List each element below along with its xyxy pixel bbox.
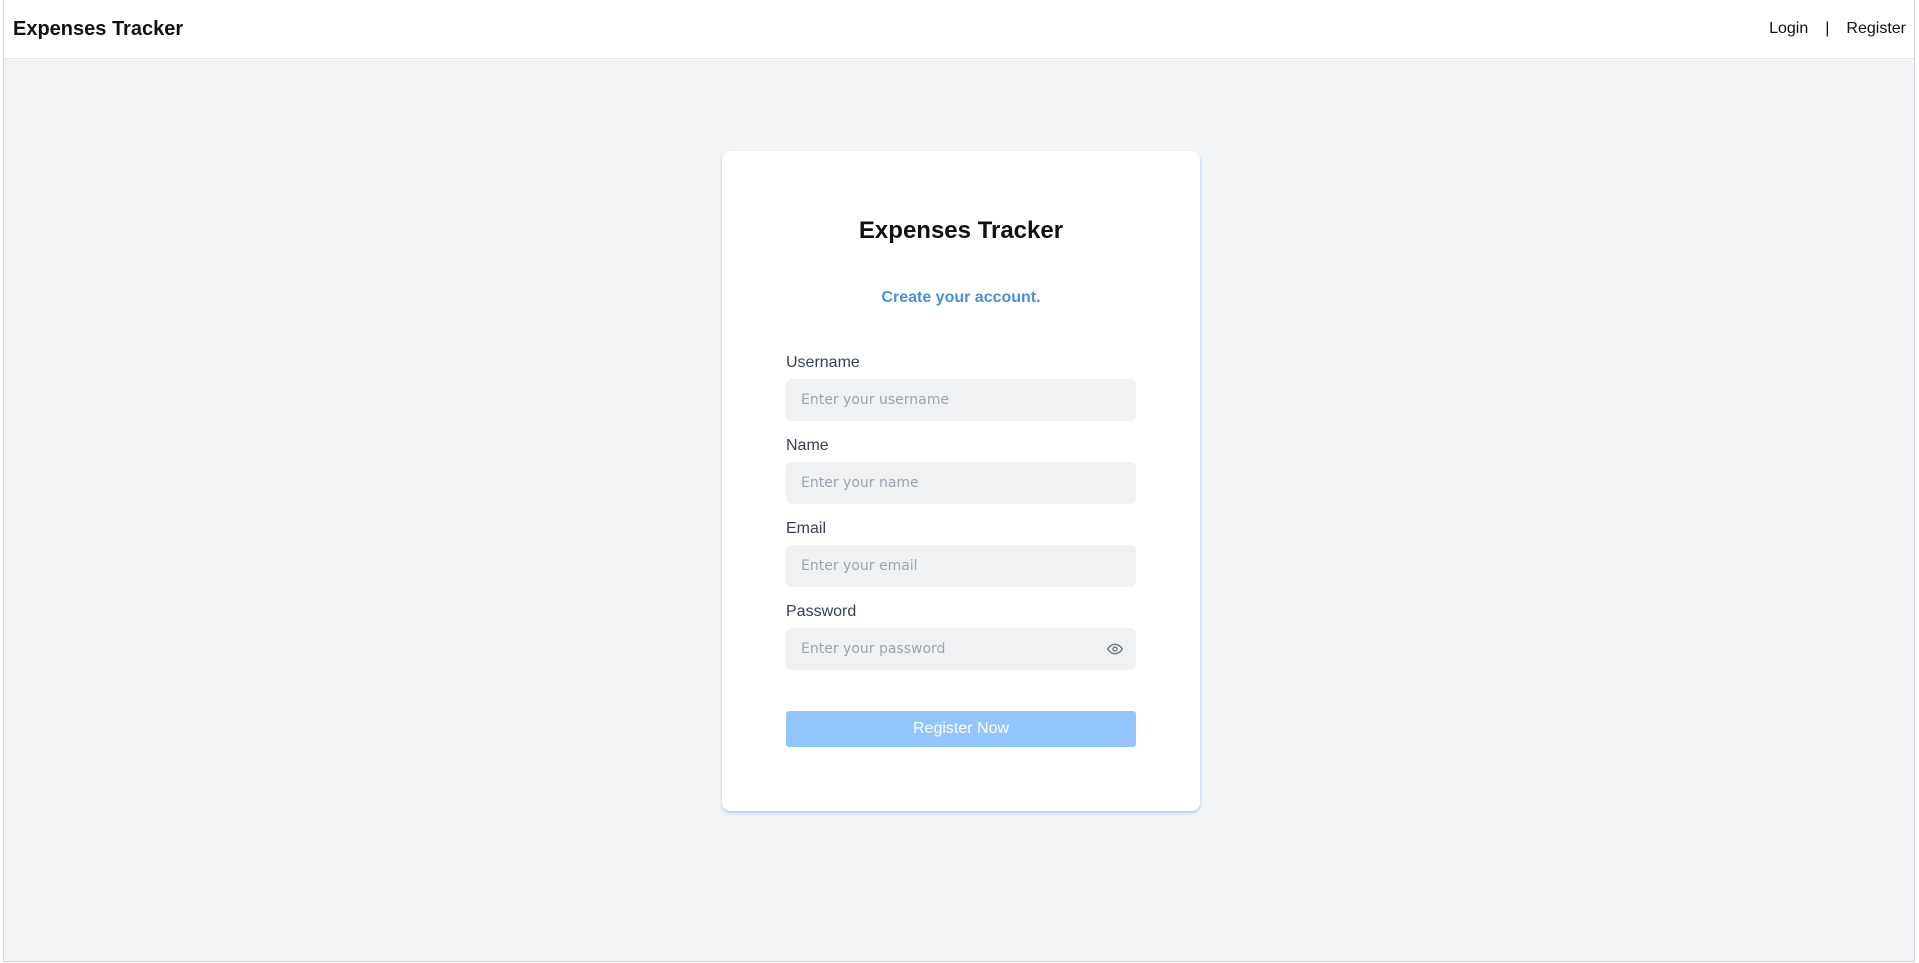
email-input[interactable]: [786, 545, 1136, 587]
name-input-wrap: [786, 462, 1136, 504]
card-subtitle: Create your account.: [881, 289, 1041, 306]
card-title: Expenses Tracker: [858, 217, 1064, 244]
username-label: Username: [786, 354, 860, 371]
auth-nav: Login | Register: [1769, 20, 1906, 38]
username-input-wrap: [786, 379, 1136, 421]
password-input[interactable]: [786, 628, 1136, 670]
login-link[interactable]: Login: [1769, 20, 1808, 38]
top-navbar: Expenses Tracker Login | Register: [4, 0, 1914, 59]
username-field-group: Username: [786, 354, 1136, 421]
register-now-button[interactable]: Register Now: [786, 711, 1136, 747]
eye-icon[interactable]: [1106, 641, 1124, 657]
app-frame: Expenses Tracker Login | Register Expens…: [3, 0, 1915, 962]
name-label: Name: [786, 437, 829, 454]
name-field-group: Name: [786, 437, 1136, 504]
email-input-wrap: [786, 545, 1136, 587]
nav-separator: |: [1825, 20, 1830, 37]
password-label: Password: [786, 603, 857, 620]
email-label: Email: [786, 520, 827, 537]
email-field-group: Email: [786, 520, 1136, 587]
brand-link[interactable]: Expenses Tracker: [13, 18, 183, 41]
register-card: Expenses Tracker Create your account. Us…: [722, 151, 1200, 811]
name-input[interactable]: [786, 462, 1136, 504]
username-input[interactable]: [786, 379, 1136, 421]
password-input-wrap: [786, 628, 1136, 670]
register-link[interactable]: Register: [1846, 20, 1906, 38]
password-field-group: Password: [786, 603, 1136, 670]
